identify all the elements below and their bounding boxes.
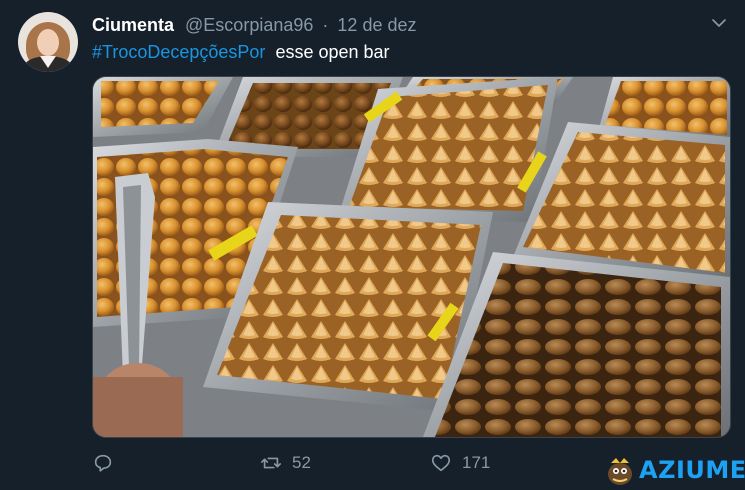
author-handle[interactable]: @Escorpiana96 (185, 15, 313, 35)
tweet-actions: 52 171 (92, 452, 612, 482)
retweet-button[interactable]: 52 (260, 452, 311, 474)
chevron-down-icon[interactable] (710, 14, 728, 32)
avatar[interactable] (18, 12, 78, 72)
like-button[interactable]: 171 (430, 452, 490, 474)
tweet-date[interactable]: 12 de dez (337, 15, 416, 35)
aziume-watermark: AZIUME (603, 452, 745, 490)
retweet-icon (261, 457, 281, 469)
heart-icon (431, 454, 451, 472)
like-count: 171 (462, 453, 491, 472)
tweet-header: Ciumenta @Escorpiana96 · 12 de dez (92, 15, 417, 36)
food-trays-photo (93, 77, 730, 437)
tweet-photo[interactable] (92, 76, 731, 438)
tweet-text: #TrocoDecepçõesPor esse open bar (92, 42, 390, 63)
tweet-body: esse open bar (275, 42, 390, 62)
watermark-text: AZIUME (639, 456, 745, 484)
reply-button[interactable] (92, 452, 114, 474)
aziume-logo-icon (608, 458, 632, 485)
hashtag-link[interactable]: #TrocoDecepçõesPor (92, 42, 265, 62)
retweet-count: 52 (292, 453, 311, 472)
author-name[interactable]: Ciumenta (92, 15, 174, 35)
reply-icon (94, 454, 112, 472)
separator-dot: · (322, 15, 329, 35)
tweet: Ciumenta @Escorpiana96 · 12 de dez #Troc… (0, 0, 745, 490)
